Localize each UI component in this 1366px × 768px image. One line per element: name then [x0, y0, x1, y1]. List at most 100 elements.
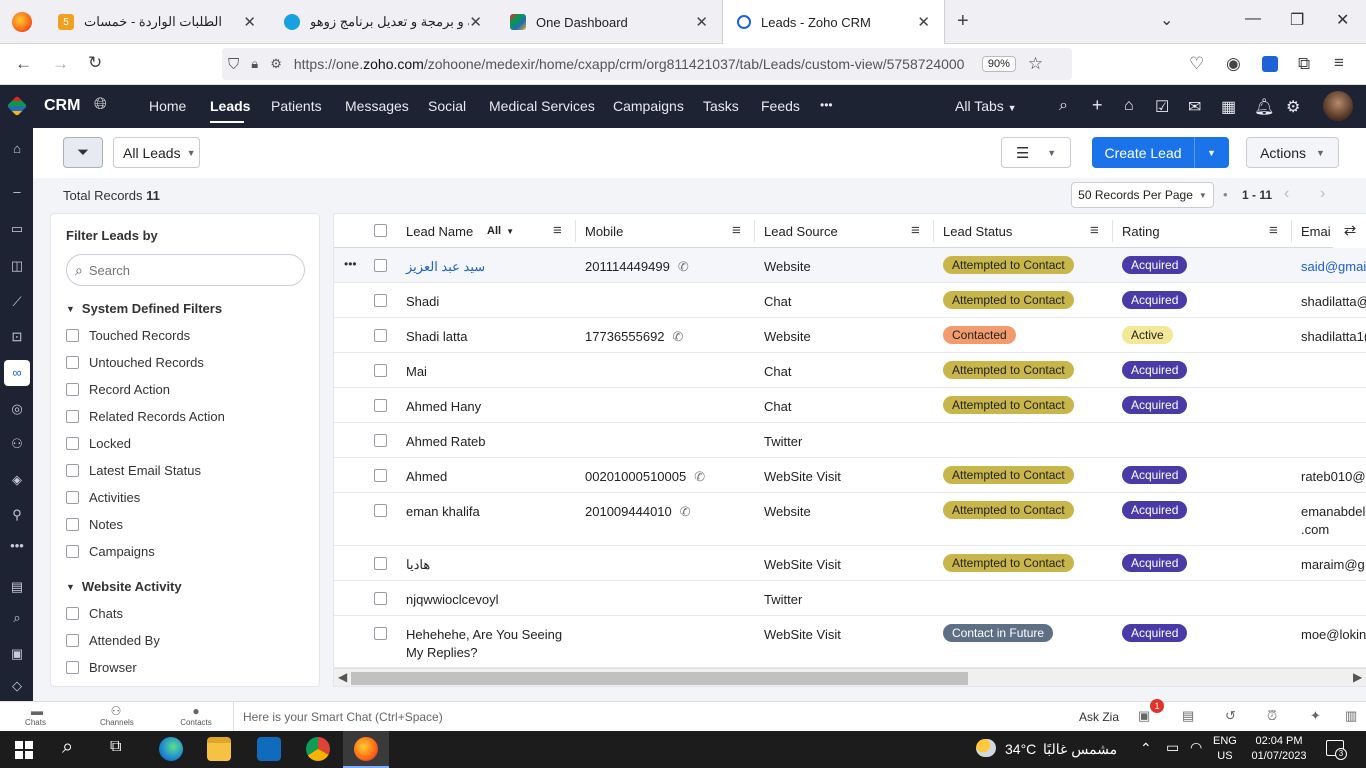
- table-row[interactable]: Ahmed Hany Chat Attempted to Contact Acq…: [334, 388, 1366, 423]
- col-mobile[interactable]: Mobile: [585, 214, 623, 248]
- globe-icon[interactable]: 🌐︎: [94, 96, 107, 114]
- notes-icon[interactable]: ▤: [1182, 708, 1194, 724]
- filter-search-box[interactable]: ⌕: [66, 254, 305, 286]
- create-lead-button[interactable]: Create Lead: [1092, 137, 1194, 168]
- column-menu-icon[interactable]: ≡: [1090, 222, 1099, 239]
- forward-icon[interactable]: →: [52, 54, 69, 74]
- checkbox[interactable]: [66, 518, 79, 531]
- table-row[interactable]: njqwwioclcevoyl Twitter: [334, 581, 1366, 616]
- email-cell[interactable]: shadilatta@: [1301, 294, 1366, 309]
- tab-list-chevron-icon[interactable]: ⌄: [1160, 10, 1173, 30]
- tab-home[interactable]: Home: [149, 98, 186, 114]
- row-checkbox[interactable]: [374, 557, 387, 570]
- email-cell[interactable]: emanabdel: [1301, 504, 1365, 519]
- search-apps-icon[interactable]: ⌕: [8, 610, 26, 628]
- bookings-icon[interactable]: ▣: [8, 646, 26, 664]
- horizontal-scrollbar[interactable]: ◀ ▶: [334, 668, 1366, 686]
- checkbox[interactable]: [66, 607, 79, 620]
- analytics-icon[interactable]: ⟋: [8, 294, 26, 312]
- table-row[interactable]: Shadi latta 17736555692 ✆ Website Contact…: [334, 318, 1366, 353]
- close-tab-icon[interactable]: ✕: [695, 13, 708, 31]
- pocket-icon[interactable]: ♡: [1189, 54, 1204, 74]
- new-tab-icon[interactable]: +: [957, 10, 969, 33]
- row-checkbox[interactable]: [374, 329, 387, 342]
- checkbox[interactable]: [66, 356, 79, 369]
- home-icon[interactable]: ⌂: [8, 141, 26, 159]
- prev-page-icon[interactable]: ‹: [1284, 185, 1289, 203]
- row-checkbox[interactable]: [374, 399, 387, 412]
- column-menu-icon[interactable]: ≡: [1269, 222, 1278, 239]
- scroll-left-icon[interactable]: ◀: [338, 670, 347, 684]
- history-icon[interactable]: ↺: [1225, 708, 1236, 724]
- menu-icon[interactable]: ≡: [1334, 53, 1344, 73]
- ask-zia-button[interactable]: Ask Zia: [1079, 710, 1119, 724]
- chrome-icon[interactable]: [306, 737, 330, 761]
- outlook-icon[interactable]: [257, 737, 281, 761]
- records-per-page-dropdown[interactable]: 50 Records Per Page ▼: [1071, 182, 1214, 208]
- bell-icon[interactable]: 🔔︎: [1254, 97, 1274, 117]
- back-icon[interactable]: ←: [15, 54, 32, 74]
- flow-icon[interactable]: ⚲: [8, 507, 26, 525]
- zoho-extension-icon[interactable]: [1262, 56, 1278, 72]
- account-icon[interactable]: ◉: [1226, 54, 1241, 74]
- lead-name-link[interactable]: سيد عبد العزيز: [406, 259, 485, 275]
- weather-description[interactable]: مشمس غالبًا: [1043, 741, 1117, 758]
- col-lead-source[interactable]: Lead Source: [764, 214, 838, 248]
- file-explorer-icon[interactable]: [207, 737, 231, 761]
- temperature[interactable]: 34°C: [1005, 741, 1036, 757]
- activity-icon[interactable]: ☑: [1155, 97, 1169, 117]
- actions-button[interactable]: Actions ▼: [1246, 137, 1339, 168]
- table-row[interactable]: هاديا WebSite Visit Attempted to Contact…: [334, 546, 1366, 581]
- row-checkbox[interactable]: [374, 434, 387, 447]
- filter-browser[interactable]: Browser: [66, 660, 137, 675]
- filter-latest-email-status[interactable]: Latest Email Status: [66, 463, 201, 478]
- tab-campaigns[interactable]: Campaigns: [613, 98, 684, 114]
- chat-icon[interactable]: ▭: [8, 221, 26, 239]
- task-view-icon[interactable]: ⧉: [110, 738, 121, 756]
- email-cell[interactable]: rateb010@: [1301, 469, 1366, 484]
- vault-icon[interactable]: ◇: [8, 678, 26, 696]
- row-checkbox[interactable]: [374, 259, 387, 272]
- filter-related-records-action[interactable]: Related Records Action: [66, 409, 225, 424]
- checkbox[interactable]: [66, 545, 79, 558]
- tab-khamsat[interactable]: 5 الطلبات الواردة - خمسات ✕: [44, 0, 270, 44]
- checkbox[interactable]: [66, 329, 79, 342]
- table-row[interactable]: Hehehehe, Are You Seeing My Replies? Web…: [334, 616, 1366, 668]
- checkbox[interactable]: [66, 383, 79, 396]
- calendar-icon[interactable]: ▦: [1221, 97, 1236, 117]
- tab-leads-zoho-crm[interactable]: Leads - Zoho CRM ✕: [722, 0, 945, 44]
- crm-icon[interactable]: ∞: [4, 360, 30, 386]
- address-bar[interactable]: ⛉ 🔒︎ ⚙︎ https://one.zoho.com/zohoone/med…: [222, 48, 1072, 80]
- col-lead-name[interactable]: Lead Name: [406, 214, 473, 248]
- scroll-right-icon[interactable]: ▶: [1353, 670, 1362, 684]
- email-cell[interactable]: moe@lokin: [1301, 627, 1366, 642]
- row-checkbox[interactable]: [374, 592, 387, 605]
- mail-icon[interactable]: ✉: [1188, 97, 1201, 117]
- view-select-dropdown[interactable]: All Leads ▼: [113, 137, 200, 168]
- filter-activities[interactable]: Activities: [66, 490, 140, 505]
- tab-zoho-program[interactable]: تهيئة و برمجة و تعديل برنامج زوهو ✕: [270, 0, 496, 44]
- chats-button[interactable]: ▬ Chats: [25, 704, 48, 727]
- scrollbar-thumb[interactable]: [351, 672, 968, 685]
- email-link[interactable]: said@gmai: [1301, 259, 1366, 274]
- crm-app-name[interactable]: CRM: [44, 97, 80, 115]
- search-icon[interactable]: ⌕: [1059, 97, 1068, 115]
- checkbox[interactable]: [66, 410, 79, 423]
- lead-name-cell[interactable]: Ahmed Hany: [406, 399, 481, 414]
- tab-messages[interactable]: Messages: [345, 98, 409, 114]
- firefox-icon[interactable]: [354, 737, 378, 761]
- column-settings-icon[interactable]: ⇄: [1333, 214, 1366, 248]
- table-row[interactable]: eman khalifa 201009444010 ✆ Website Attem…: [334, 493, 1366, 546]
- smart-chat-input[interactable]: Here is your Smart Chat (Ctrl+Space): [243, 710, 443, 724]
- table-row[interactable]: Shadi Chat Attempted to Contact Acquired…: [334, 283, 1366, 318]
- tab-one-dashboard[interactable]: One Dashboard ✕: [496, 0, 722, 44]
- search-icon[interactable]: ⌕: [62, 736, 73, 759]
- row-checkbox[interactable]: [374, 294, 387, 307]
- wifi-icon[interactable]: ◠: [1190, 739, 1202, 756]
- filter-attended-by[interactable]: Attended By: [66, 633, 160, 648]
- row-checkbox[interactable]: [374, 627, 387, 640]
- bookmark-star-icon[interactable]: ☆: [1028, 54, 1043, 74]
- user-avatar[interactable]: [1323, 91, 1353, 121]
- filter-untouched-records[interactable]: Untouched Records: [66, 355, 204, 370]
- checkbox[interactable]: [66, 464, 79, 477]
